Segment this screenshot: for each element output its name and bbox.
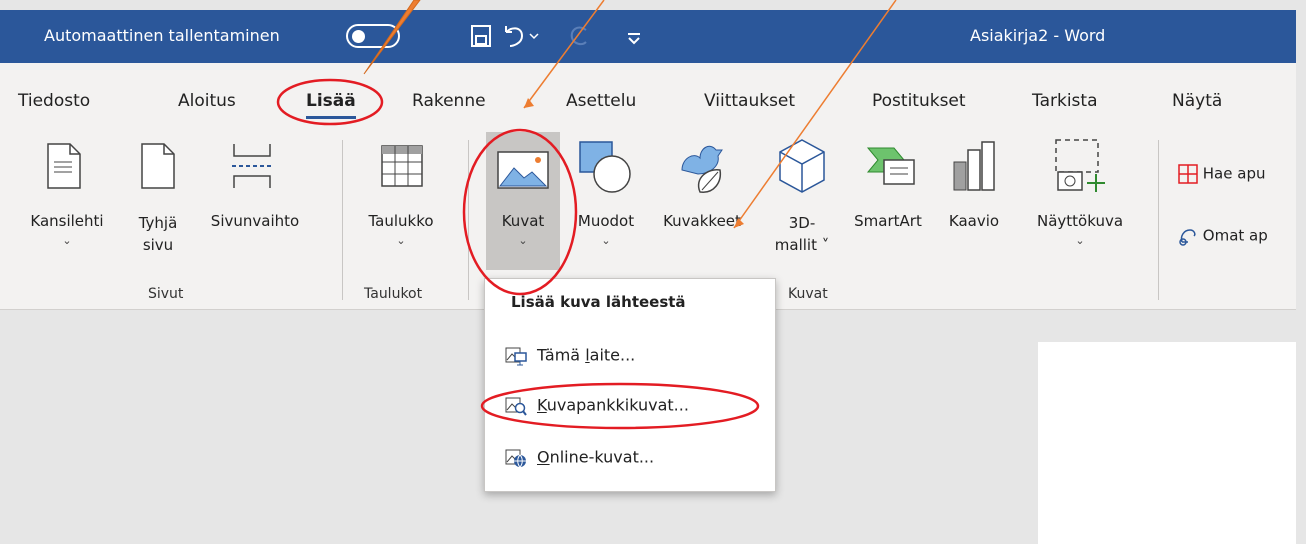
muodot-button[interactable]: Muodot ⌄ <box>562 212 650 247</box>
taulukko-button[interactable]: Taulukko ⌄ <box>356 212 446 247</box>
kuvat-label: Kuvat <box>501 212 545 230</box>
nayttokuva-button[interactable]: Näyttökuva ⌄ <box>1020 212 1140 247</box>
ribbon-separator <box>468 140 469 300</box>
online-pictures-icon <box>505 449 526 468</box>
menu-item-post: aite... <box>589 345 636 365</box>
smartart-label: SmartArt <box>854 212 922 230</box>
menu-item-post: uvapankkikuvat... <box>546 395 689 415</box>
smartart-button[interactable]: SmartArt <box>846 212 930 230</box>
tab-lisaa[interactable]: Lisää <box>306 91 356 119</box>
screenshot-icon <box>1055 139 1105 192</box>
this-device-icon <box>505 347 527 366</box>
toggle-knob <box>352 30 365 43</box>
kuvat-button[interactable]: Kuvat ⌄ <box>486 212 560 247</box>
tab-tarkista[interactable]: Tarkista <box>1032 91 1098 111</box>
tab-aloitus[interactable]: Aloitus <box>178 91 236 111</box>
menu-item-accel: K <box>537 395 547 415</box>
chevron-down-icon: ⌄ <box>601 234 611 247</box>
save-icon[interactable] <box>470 24 492 48</box>
omat-apuohjelmat-button[interactable]: Omat ap <box>1178 226 1268 246</box>
table-icon <box>381 145 423 187</box>
document-page[interactable] <box>1038 342 1296 544</box>
autosave-toggle[interactable] <box>346 24 400 48</box>
menu-item-this-device[interactable]: Tämä laite... <box>505 345 635 367</box>
hae-apu-label: Hae apu <box>1202 164 1266 183</box>
menu-header: Lisää kuva lähteestä <box>511 293 686 311</box>
3d-mallit-button[interactable]: 3D- mallit ˅ <box>758 212 846 256</box>
chart-icon <box>953 141 995 191</box>
sivunvaihto-label: Sivunvaihto <box>210 212 300 230</box>
document-title: Asiakirja2 - Word <box>970 26 1106 45</box>
tab-viittaukset[interactable]: Viittaukset <box>704 91 795 111</box>
nayttokuva-label: Näyttökuva <box>1036 212 1124 230</box>
pictures-icon <box>497 151 549 189</box>
tab-tiedosto[interactable]: Tiedosto <box>18 91 90 111</box>
redo-icon[interactable] <box>568 24 592 48</box>
chevron-down-icon: ⌄ <box>518 234 528 247</box>
kansilehti-label: Kansilehti <box>30 212 104 230</box>
tab-postitukset[interactable]: Postitukset <box>872 91 966 111</box>
kuvakkeet-label: Kuvakkeet <box>663 212 741 230</box>
menu-item-stock-images[interactable]: Kuvapankkikuvat... <box>505 395 689 417</box>
menu-item-post: nline-kuvat... <box>549 447 655 467</box>
chevron-down-icon: ⌄ <box>62 234 72 247</box>
tab-asettelu[interactable]: Asettelu <box>566 91 636 111</box>
cover-page-icon <box>47 143 81 189</box>
tab-rakenne[interactable]: Rakenne <box>412 91 486 111</box>
autosave-label: Automaattinen tallentaminen <box>44 26 280 45</box>
kuvakkeet-button[interactable]: Kuvakkeet <box>652 212 752 230</box>
insert-picture-menu: Lisää kuva lähteestä Tämä laite... Kuvap… <box>484 278 776 492</box>
shapes-icon <box>579 141 631 193</box>
my-add-ins-icon <box>1179 229 1196 246</box>
tyhja-label-2: sivu <box>142 236 174 254</box>
ribbon-separator <box>1158 140 1159 300</box>
omat-ap-label: Omat ap <box>1202 226 1268 245</box>
chevron-down-icon: ⌄ <box>396 234 406 247</box>
menu-item-accel: O <box>537 447 550 467</box>
blank-page-icon <box>141 143 175 189</box>
mallit-label-1: 3D- <box>788 214 816 232</box>
kaavio-button[interactable]: Kaavio <box>930 212 1018 230</box>
active-tab-underline <box>306 116 356 119</box>
group-label-kuvat: Kuvat <box>788 286 828 302</box>
kaavio-label: Kaavio <box>948 212 1000 230</box>
group-label-taulukot: Taulukot <box>364 286 423 302</box>
tyhja-label-1: Tyhjä <box>138 214 178 232</box>
undo-icon[interactable] <box>500 24 542 48</box>
ribbon-separator <box>342 140 343 300</box>
customize-toolbar-icon[interactable] <box>626 24 642 48</box>
3d-models-icon <box>779 139 825 193</box>
group-label-sivut: Sivut <box>148 286 184 302</box>
tab-lisaa-label: Lisää <box>306 91 356 111</box>
menu-item-online-pictures[interactable]: Online-kuvat... <box>505 447 654 469</box>
taulukko-label: Taulukko <box>368 212 434 230</box>
muodot-label: Muodot <box>577 212 635 230</box>
chevron-down-icon: ⌄ <box>1075 234 1085 247</box>
mallit-label-2: mallit ˅ <box>774 236 830 254</box>
add-ins-grid-icon <box>1178 164 1198 184</box>
tyhja-sivu-button[interactable]: Tyhjä sivu <box>126 212 190 256</box>
kansilehti-button[interactable]: Kansilehti ⌄ <box>20 212 114 247</box>
menu-item-pre: Tämä <box>537 345 586 365</box>
sivunvaihto-button[interactable]: Sivunvaihto <box>200 212 310 230</box>
stock-images-icon <box>505 397 527 416</box>
icons-icon <box>681 145 723 193</box>
title-bar: Automaattinen tallentaminen Asiakirja2 -… <box>0 10 1296 63</box>
hae-apuohjelmia-button[interactable]: Hae apu <box>1178 164 1265 184</box>
smartart-icon <box>866 147 915 185</box>
page-break-icon <box>232 144 272 188</box>
tab-nayta[interactable]: Näytä <box>1172 91 1222 111</box>
